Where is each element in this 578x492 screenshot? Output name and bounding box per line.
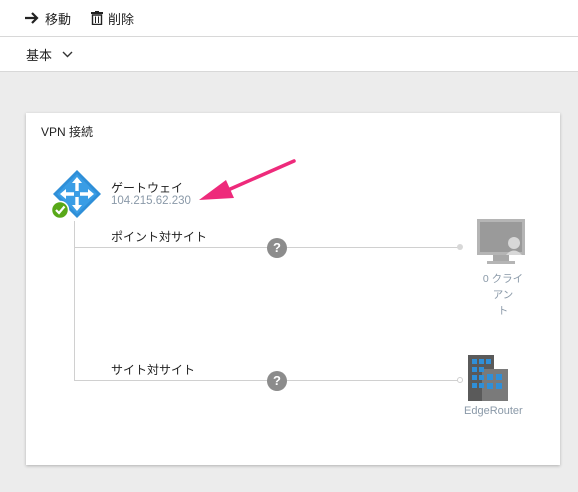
- gateway-name[interactable]: ゲートウェイ: [111, 179, 183, 196]
- move-button[interactable]: 移動: [24, 0, 71, 36]
- point-to-site-label[interactable]: ポイント対サイト: [111, 228, 207, 245]
- arrow-right-icon: [24, 11, 40, 25]
- move-button-label: 移動: [45, 11, 72, 27]
- edge-router-label[interactable]: EdgeRouter: [464, 405, 523, 417]
- gateway-ip: 104.215.62.230: [111, 195, 191, 207]
- help-icon[interactable]: ?: [267, 371, 287, 391]
- help-icon[interactable]: ?: [267, 238, 287, 258]
- client-count-line2: ト: [497, 305, 509, 317]
- monitor-icon[interactable]: [475, 217, 527, 269]
- essentials-bar: 基本: [0, 37, 578, 72]
- trash-icon: [91, 11, 104, 25]
- connector-vertical: [74, 221, 75, 381]
- building-icon[interactable]: [466, 353, 510, 403]
- chevron-down-icon: [62, 51, 73, 58]
- client-count-line1: 0 クライアン: [482, 273, 524, 301]
- check-badge-icon: [50, 200, 70, 220]
- vpn-connections-tile[interactable]: VPN 接続 ゲートウェイ 104.215.62.230 ポイント対サイト ?: [26, 113, 560, 465]
- site-to-site-help[interactable]: ?: [267, 371, 287, 391]
- gateway-icon[interactable]: [50, 168, 103, 220]
- point-to-site-help[interactable]: ?: [267, 238, 287, 258]
- connector-end-dot: [457, 244, 463, 250]
- command-bar: 移動 削除: [0, 0, 578, 37]
- essentials-label: 基本: [26, 47, 53, 63]
- essentials-toggle[interactable]: 基本: [26, 45, 73, 64]
- delete-button-label: 削除: [108, 11, 135, 27]
- client-count: 0 クライアン ト: [478, 271, 528, 319]
- delete-button[interactable]: 削除: [91, 0, 134, 36]
- connector-end-dot: [457, 377, 463, 383]
- site-to-site-label[interactable]: サイト対サイト: [111, 361, 195, 378]
- tile-title: VPN 接続: [41, 125, 94, 139]
